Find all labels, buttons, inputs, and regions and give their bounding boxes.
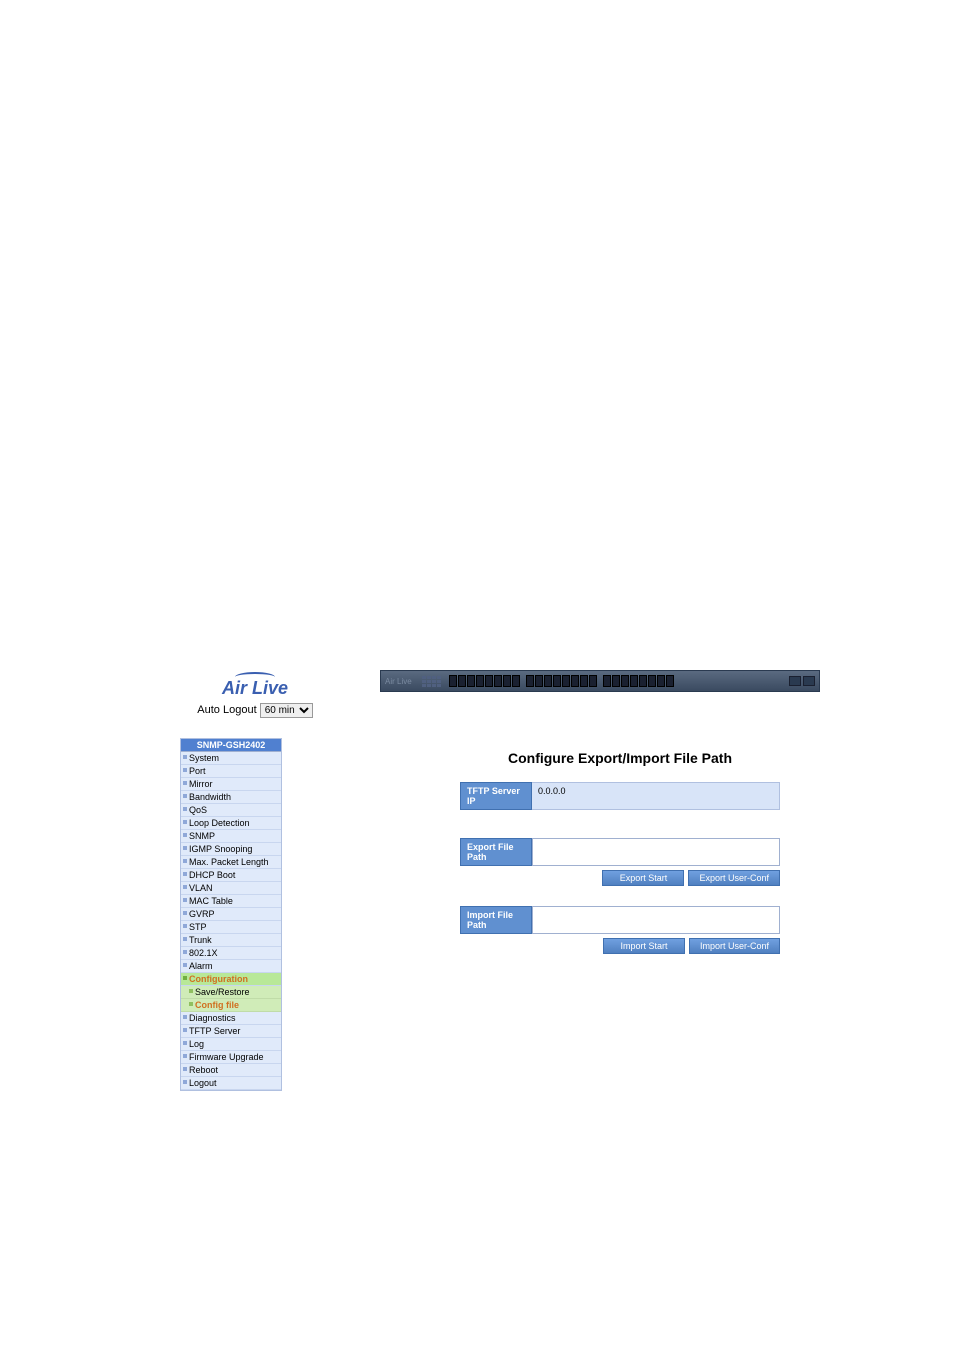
logo-block: Air Live Auto Logout 60 min <box>180 672 330 718</box>
port-group-2 <box>526 675 597 687</box>
auto-logout-label: Auto Logout <box>197 704 256 716</box>
nav-item-tftp-server[interactable]: TFTP Server <box>181 1025 281 1038</box>
nav-item-loop-detection[interactable]: Loop Detection <box>181 817 281 830</box>
auto-logout-row: Auto Logout 60 min <box>180 703 330 718</box>
nav-item-bandwidth[interactable]: Bandwidth <box>181 791 281 804</box>
nav-item-8021x[interactable]: 802.1X <box>181 947 281 960</box>
tftp-value: 0.0.0.0 <box>532 782 780 810</box>
nav-item-alarm[interactable]: Alarm <box>181 960 281 973</box>
page-title: Configure Export/Import File Path <box>460 750 780 766</box>
nav-item-gvrp[interactable]: GVRP <box>181 908 281 921</box>
nav-sub-config-file[interactable]: Config file <box>181 999 281 1012</box>
nav-item-qos[interactable]: QoS <box>181 804 281 817</box>
nav-item-port[interactable]: Port <box>181 765 281 778</box>
nav-item-firmware[interactable]: Firmware Upgrade <box>181 1051 281 1064</box>
brand-logo: Air Live <box>180 678 330 699</box>
led-panel <box>422 676 441 687</box>
nav-item-mirror[interactable]: Mirror <box>181 778 281 791</box>
nav-item-reboot[interactable]: Reboot <box>181 1064 281 1077</box>
sidebar-nav: SNMP-GSH2402 System Port Mirror Bandwidt… <box>180 738 282 1091</box>
tftp-row: TFTP Server IP 0.0.0.0 <box>460 782 780 810</box>
import-start-button[interactable]: Import Start <box>603 938 685 954</box>
port-group-1 <box>449 675 520 687</box>
switch-device-image: Air Live <box>380 670 820 692</box>
nav-item-stp[interactable]: STP <box>181 921 281 934</box>
import-row: Import File Path <box>460 906 780 934</box>
nav-sub-save-restore[interactable]: Save/Restore <box>181 986 281 999</box>
import-user-conf-button[interactable]: Import User-Conf <box>689 938 780 954</box>
nav-item-diagnostics[interactable]: Diagnostics <box>181 1012 281 1025</box>
export-user-conf-button[interactable]: Export User-Conf <box>688 870 780 886</box>
auto-logout-select[interactable]: 60 min <box>260 703 313 718</box>
nav-item-configuration[interactable]: Configuration <box>181 973 281 986</box>
switch-brand-label: Air Live <box>385 677 412 686</box>
export-row: Export File Path <box>460 838 780 866</box>
export-path-input[interactable] <box>532 838 780 866</box>
import-path-input[interactable] <box>532 906 780 934</box>
nav-item-igmp[interactable]: IGMP Snooping <box>181 843 281 856</box>
nav-item-vlan[interactable]: VLAN <box>181 882 281 895</box>
nav-item-logout[interactable]: Logout <box>181 1077 281 1090</box>
nav-item-max-packet[interactable]: Max. Packet Length <box>181 856 281 869</box>
nav-item-mac-table[interactable]: MAC Table <box>181 895 281 908</box>
tftp-label: TFTP Server IP <box>460 782 532 810</box>
export-start-button[interactable]: Export Start <box>602 870 684 886</box>
import-label: Import File Path <box>460 906 532 934</box>
main-panel: Configure Export/Import File Path TFTP S… <box>460 750 780 974</box>
export-label: Export File Path <box>460 838 532 866</box>
nav-item-trunk[interactable]: Trunk <box>181 934 281 947</box>
nav-item-system[interactable]: System <box>181 752 281 765</box>
nav-item-snmp[interactable]: SNMP <box>181 830 281 843</box>
uplink-group <box>789 676 815 686</box>
nav-item-dhcp-boot[interactable]: DHCP Boot <box>181 869 281 882</box>
nav-item-log[interactable]: Log <box>181 1038 281 1051</box>
nav-header: SNMP-GSH2402 <box>181 739 281 752</box>
port-group-3 <box>603 675 674 687</box>
